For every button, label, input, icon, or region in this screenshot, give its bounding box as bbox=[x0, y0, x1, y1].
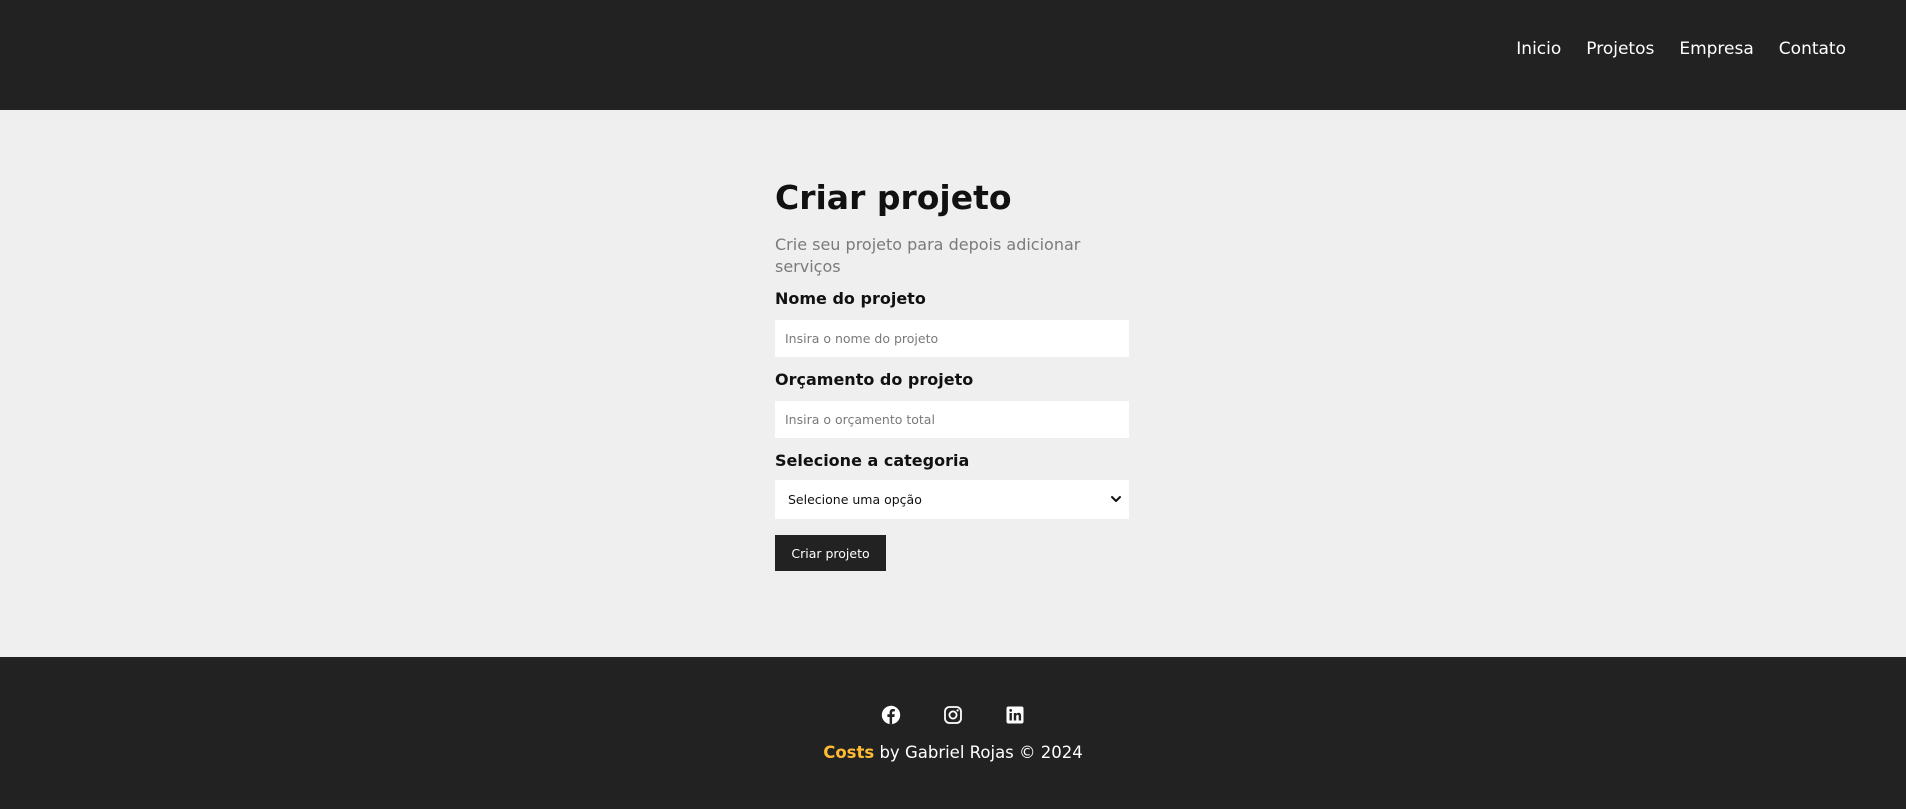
nav-item-projetos: Projetos bbox=[1586, 37, 1654, 61]
copyright-credit: by Gabriel Rojas © 2024 bbox=[874, 743, 1083, 762]
nav-link-contato[interactable]: Contato bbox=[1779, 39, 1846, 59]
social-links bbox=[0, 705, 1906, 725]
nav-link-projetos[interactable]: Projetos bbox=[1586, 39, 1654, 59]
nav-link-empresa[interactable]: Empresa bbox=[1679, 39, 1753, 59]
project-name-input[interactable] bbox=[775, 320, 1129, 357]
nav-links: Inicio Projetos Empresa Contato bbox=[1491, 37, 1846, 61]
chevron-down-icon bbox=[1111, 496, 1121, 502]
new-project-form: Criar projeto Crie seu projeto para depo… bbox=[775, 176, 1129, 571]
category-select-value: Selecione uma opção bbox=[788, 492, 922, 507]
category-select[interactable]: Selecione uma opção bbox=[775, 480, 1129, 519]
page-subtitle: Crie seu projeto para depois adicionar s… bbox=[775, 235, 1081, 276]
nav-link-inicio[interactable]: Inicio bbox=[1516, 39, 1561, 59]
nav-item-contato: Contato bbox=[1779, 37, 1846, 61]
create-project-button[interactable]: Criar projeto bbox=[775, 535, 886, 571]
instagram-icon bbox=[944, 706, 962, 724]
instagram-link[interactable] bbox=[943, 705, 963, 725]
project-budget-input[interactable] bbox=[775, 401, 1129, 438]
facebook-link[interactable] bbox=[881, 705, 901, 725]
nav-item-inicio: Inicio bbox=[1516, 37, 1561, 61]
project-name-label: Nome do projeto bbox=[775, 289, 926, 308]
footer: Costs by Gabriel Rojas © 2024 bbox=[0, 657, 1906, 809]
linkedin-icon bbox=[1006, 706, 1024, 724]
brand-name: Costs bbox=[823, 743, 875, 762]
project-budget-label: Orçamento do projeto bbox=[775, 370, 974, 389]
top-navbar: Inicio Projetos Empresa Contato bbox=[0, 0, 1906, 110]
page-title: Criar projeto bbox=[775, 178, 1012, 217]
copyright-text: Costs by Gabriel Rojas © 2024 bbox=[0, 742, 1906, 764]
main-content: Criar projeto Crie seu projeto para depo… bbox=[0, 110, 1906, 657]
facebook-icon bbox=[881, 705, 901, 725]
category-label: Selecione a categoria bbox=[775, 451, 970, 470]
linkedin-link[interactable] bbox=[1005, 705, 1025, 725]
nav-item-empresa: Empresa bbox=[1679, 37, 1753, 61]
